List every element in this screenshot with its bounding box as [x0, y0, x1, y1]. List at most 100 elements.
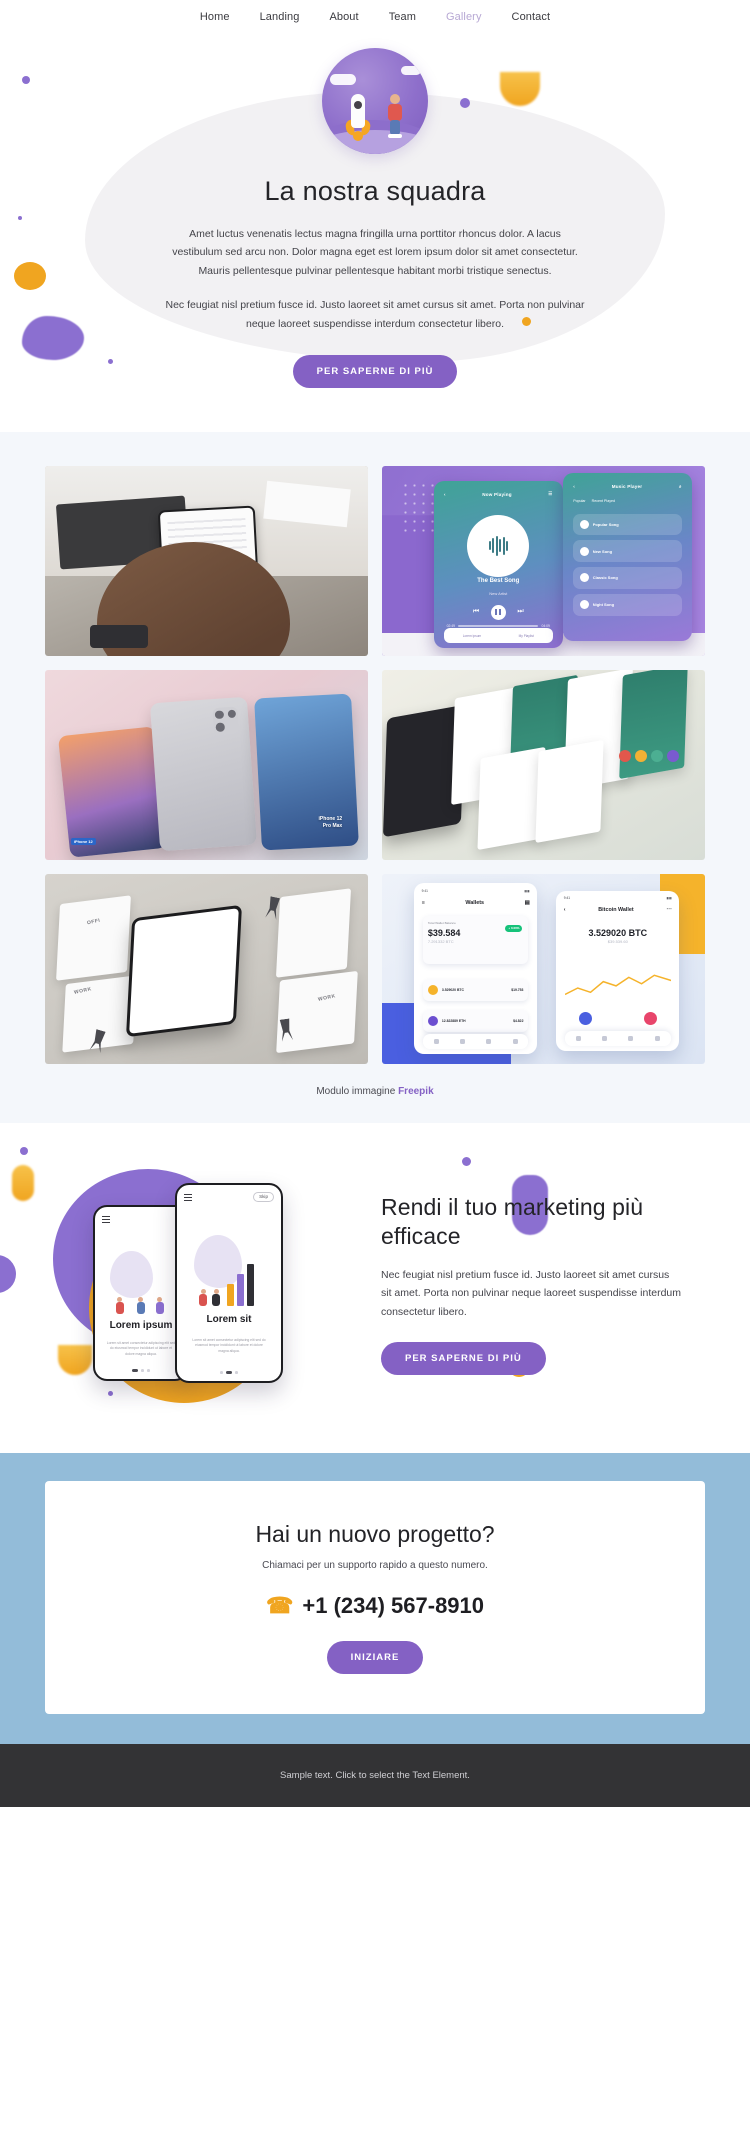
page-footer: Sample text. Click to select the Text El…	[0, 1743, 750, 1807]
gallery-grid: ‹ Now Playing ☰ The Best Song New Artist…	[45, 465, 705, 1064]
wallet-bottom-nav[interactable]	[422, 1033, 529, 1050]
freepik-link[interactable]: Freepik	[398, 1086, 434, 1097]
gallery-caption: Modulo immagine Freepik	[0, 1086, 750, 1097]
gallery-tile-hand-holding-phone[interactable]	[45, 465, 368, 656]
song-artist: New Artist	[489, 591, 508, 597]
music-tab-lorem: Lorem ipsum	[462, 633, 482, 638]
hero-learn-more-button[interactable]: PER SAPERNE DI PIÙ	[292, 354, 458, 388]
song-thumb-icon	[579, 573, 589, 583]
phone-model-label: iPhone 12 Pro Max	[318, 816, 343, 829]
more-icon: ⋯	[666, 906, 672, 913]
music-list-item: Popular Song	[573, 513, 682, 536]
phone-back-body: Lorem sit amet consectetur adipiscing el…	[106, 1341, 176, 1356]
song-name: Classic Song	[592, 575, 618, 581]
music-player-screen-list: ‹ Music Player ⌕ Popular Recent Played P…	[562, 473, 693, 641]
music-list-tab-recent: Recent Played	[591, 498, 615, 503]
nav-item-landing[interactable]: Landing	[260, 11, 300, 23]
cta-subtitle: Chiamaci per un supporto rapido a questo…	[262, 1559, 488, 1571]
hero-paragraph-2: Nec feugiat nisl pretium fusce id. Justo…	[165, 299, 585, 330]
cta-phone-number: +1 (234) 567-8910	[302, 1592, 485, 1618]
music-list-item: Night Song	[573, 593, 682, 616]
music-list-item: New Song	[573, 540, 682, 563]
song-thumb-icon	[579, 546, 589, 556]
gallery-tile-isometric-screens[interactable]	[382, 669, 705, 860]
cloud-icon	[401, 66, 421, 75]
wallet-balance-card: Total Wallet Balance $39.584 7.291332 BT…	[422, 915, 529, 964]
nav-item-home[interactable]: Home	[200, 11, 230, 23]
ethereum-icon	[427, 1016, 438, 1027]
nav-item-gallery[interactable]: Gallery	[446, 11, 482, 23]
carousel-dots[interactable]	[95, 1369, 187, 1372]
next-track-icon: ⏭	[517, 608, 524, 616]
phone-model-badge: iPhone 12	[70, 837, 96, 845]
music-list-item: Classic Song	[573, 567, 682, 589]
search-icon: ⌕	[678, 483, 682, 489]
filter-icon: ≡	[421, 900, 425, 907]
bitcoin-amount: 3.529020 BTC	[588, 927, 648, 938]
nav-item-team[interactable]: Team	[389, 11, 416, 23]
phone-front-title: Lorem sit	[206, 1314, 252, 1326]
wallet-coin-row: 3.529020 BTC $19.753	[422, 979, 529, 1002]
coin-value: $19.753	[511, 987, 524, 992]
deco-dot-purple-right2	[462, 1156, 471, 1166]
cta-title: Hai un nuovo progetto?	[255, 1520, 495, 1547]
cta-start-button[interactable]: INIZIARE	[326, 1640, 424, 1674]
cta-phone-number-row[interactable]: ☎ +1 (234) 567-8910	[65, 1593, 685, 1619]
phone-icon: ☎	[265, 1592, 294, 1618]
status-time: 9:41	[421, 888, 428, 893]
wallet-screen2-title: Bitcoin Wallet	[598, 906, 634, 913]
waveform-icon	[467, 514, 530, 577]
cloud-icon	[330, 74, 356, 85]
music-list-header: Music Player	[611, 483, 643, 489]
coin-value: $4.822	[513, 1018, 524, 1023]
nav-item-about[interactable]: About	[329, 11, 358, 23]
nav-item-contact[interactable]: Contact	[512, 11, 551, 23]
hero-paragraph-1: Amet luctus venenatis lectus magna fring…	[172, 228, 578, 277]
rocket-launch-illustration	[322, 48, 428, 154]
wallet-screen-wallets: 9:41 ▮▮▮ ≡ Wallets ▤ Total Wallet Balanc…	[414, 883, 538, 1055]
wallet-bottom-nav[interactable]	[565, 1031, 671, 1046]
skip-button[interactable]: Skip	[253, 1191, 274, 1202]
coin-name: 12.822889 ETH	[441, 1018, 466, 1023]
marketing-title: Rendi il tuo marketing più efficace	[381, 1193, 644, 1250]
marketing-learn-more-button[interactable]: PER SAPERNE DI PIÙ	[381, 1341, 546, 1375]
rocket-icon	[344, 94, 372, 141]
deco-blob-purple-edge	[0, 1254, 16, 1293]
back-chevron-icon: ‹	[444, 491, 446, 497]
phone-front-body: Lorem sit amet consectetur adipiscing el…	[192, 1337, 266, 1353]
back-chevron-icon: ‹	[573, 483, 575, 489]
gallery-tile-furniture-app[interactable]: WORK WORK OFFI	[45, 873, 368, 1064]
previous-track-icon: ⏮	[472, 608, 480, 616]
song-name: Popular Song	[592, 521, 619, 527]
hero-section: La nostra squadra Amet luctus venenatis …	[0, 34, 750, 432]
status-icons: ▮▮▮	[524, 888, 530, 893]
price-chart	[565, 974, 672, 995]
wallet-coin-row: 12.822889 ETH $4.822	[422, 1009, 529, 1033]
wallet-screen-bitcoin: 9:41 ▮▮▮ ‹ Bitcoin Wallet ⋯ 3.529020 BTC…	[556, 890, 680, 1051]
bitcoin-icon	[427, 985, 438, 996]
music-tab-playlist: My Playlist	[518, 633, 534, 638]
phone-back-title: Lorem ipsum	[109, 1320, 173, 1332]
footer-sample-text[interactable]: Sample text. Click to select the Text El…	[0, 1770, 750, 1781]
menu-icon	[184, 1193, 192, 1204]
status-time: 9:41	[563, 895, 571, 900]
card-icon: ▤	[524, 900, 530, 907]
status-icons: ▮▮▮	[666, 895, 672, 900]
wallet-screen-title: Wallets	[465, 900, 485, 907]
marketing-illustration: Lorem ipsum Lorem sit amet consectetur a…	[45, 1168, 355, 1403]
cta-card: Hai un nuovo progetto? Chiamaci per un s…	[45, 1480, 705, 1714]
carousel-dots[interactable]	[177, 1371, 281, 1374]
cta-section: Hai un nuovo progetto? Chiamaci per un s…	[0, 1452, 750, 1744]
music-player-screen-now-playing: ‹ Now Playing ☰ The Best Song New Artist…	[433, 481, 563, 649]
song-thumb-icon	[579, 600, 589, 610]
balance-change-badge: + 0.00%	[505, 924, 523, 932]
balance-sub: 7.291332 BTC	[427, 938, 454, 944]
marketing-body: Nec feugiat nisl pretium fusce id. Justo…	[381, 1268, 682, 1319]
main-navigation: Home Landing About Team Gallery Contact	[0, 0, 750, 34]
gallery-tile-phones-photo[interactable]: iPhone 12 Pro Max iPhone 12	[45, 669, 368, 860]
bitcoin-sub: $39.539.60	[607, 938, 628, 944]
gallery-tile-crypto-wallet[interactable]: 9:41 ▮▮▮ ≡ Wallets ▤ Total Wallet Balanc…	[382, 873, 705, 1064]
coin-name: 3.529020 BTC	[441, 987, 464, 992]
marketing-phone-front: Skip Lorem sit Lorem sit amet consectetu…	[175, 1182, 283, 1383]
gallery-tile-music-player[interactable]: ‹ Now Playing ☰ The Best Song New Artist…	[382, 465, 705, 656]
